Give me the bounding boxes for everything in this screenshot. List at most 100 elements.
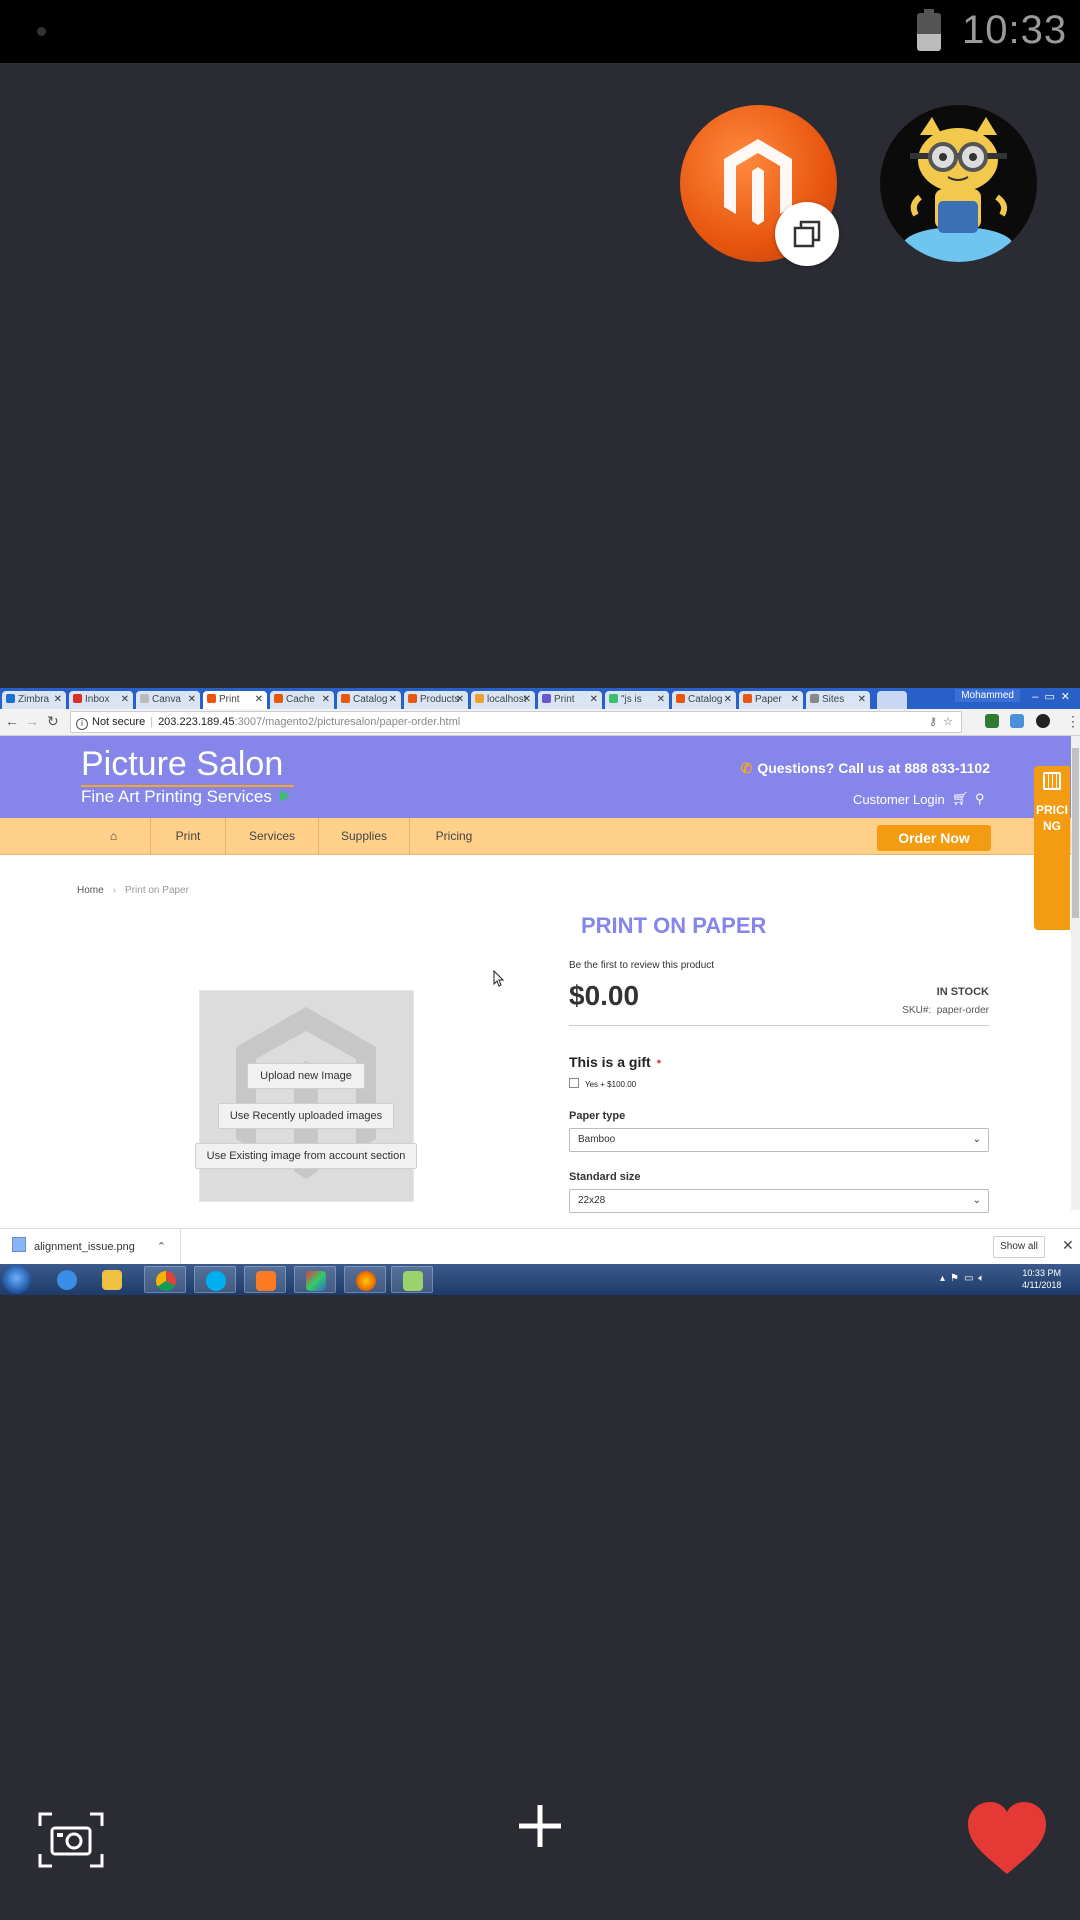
- download-bar: alignment_issue.png ⌃ Show all ✕: [0, 1228, 1080, 1265]
- new-tab-button[interactable]: [877, 691, 907, 709]
- gift-option-label: Yes + $100.00: [585, 1080, 637, 1089]
- customer-login-link[interactable]: Customer Login: [853, 792, 945, 807]
- browser-tab[interactable]: Catalog ✕: [672, 691, 736, 709]
- existing-image-button[interactable]: Use Existing image from account section: [195, 1143, 417, 1169]
- browser-tab[interactable]: Canva ✕: [136, 691, 200, 709]
- popout-icon: [793, 220, 821, 248]
- start-button[interactable]: [2, 1265, 31, 1294]
- pricing-side-tab[interactable]: PRICING: [1034, 766, 1070, 930]
- back-icon[interactable]: ←: [5, 713, 19, 729]
- popout-badge[interactable]: [775, 202, 839, 266]
- close-icon[interactable]: ✕: [858, 691, 866, 709]
- xampp-icon[interactable]: [244, 1266, 286, 1293]
- paper-type-label: Paper type: [569, 1110, 626, 1122]
- size-select[interactable]: 22x28 ⌄: [569, 1189, 989, 1213]
- phone-icon: ✆: [740, 760, 753, 776]
- page-scrollbar[interactable]: [1071, 736, 1080, 1210]
- url-input[interactable]: i Not secure | 203.223.189.45:3007/magento2…: [70, 711, 962, 733]
- explorer-icon[interactable]: [91, 1266, 133, 1293]
- tab-label: Sites: [822, 694, 845, 705]
- close-icon[interactable]: ✕: [255, 691, 263, 709]
- browser-tab[interactable]: Paper ✕: [739, 691, 803, 709]
- extension-icon[interactable]: [1010, 714, 1024, 728]
- sku-value: paper-order: [936, 1005, 989, 1016]
- browser-tab[interactable]: Products ✕: [404, 691, 468, 709]
- close-icon[interactable]: ✕: [54, 691, 62, 709]
- search-icon[interactable]: ⚲: [975, 791, 985, 807]
- close-icon[interactable]: ✕: [1062, 1237, 1074, 1254]
- magento-icon: [207, 694, 216, 703]
- ie-icon[interactable]: [46, 1266, 88, 1293]
- close-icon[interactable]: ✕: [389, 691, 397, 709]
- cart-icon[interactable]: 🛒︎: [952, 791, 969, 807]
- close-icon[interactable]: ✕: [523, 691, 531, 709]
- browser-tab[interactable]: Print ✕: [538, 691, 602, 709]
- extension-icon[interactable]: [985, 714, 999, 728]
- browser-tab[interactable]: Sites ✕: [806, 691, 870, 709]
- taskbar-clock[interactable]: 10:33 PM 4/11/2018: [1022, 1267, 1061, 1291]
- browser-tab-active[interactable]: Print ✕: [203, 691, 267, 709]
- chrome-icon[interactable]: [144, 1266, 186, 1293]
- skype-icon[interactable]: [194, 1266, 236, 1293]
- show-all-button[interactable]: Show all: [993, 1236, 1045, 1258]
- browser-tab[interactable]: Cache ✕: [270, 691, 334, 709]
- close-icon[interactable]: ✕: [724, 691, 732, 709]
- close-icon[interactable]: ✕: [121, 691, 129, 709]
- browser-tab[interactable]: "js is ✕: [605, 691, 669, 709]
- image-file-icon: [12, 1237, 26, 1252]
- picture-icon: [542, 694, 551, 703]
- browser-tab[interactable]: Inbox ✕: [69, 691, 133, 709]
- order-now-button[interactable]: Order Now: [877, 825, 991, 851]
- forward-icon[interactable]: →: [25, 713, 39, 729]
- sku-line: SKU#: paper-order: [902, 1005, 989, 1016]
- nav-item-supplies[interactable]: Supplies: [319, 818, 410, 854]
- octocat-bubble[interactable]: [880, 105, 1037, 262]
- browser-tab[interactable]: Catalog ✕: [337, 691, 401, 709]
- close-icon[interactable]: ✕: [590, 691, 598, 709]
- gift-checkbox[interactable]: [569, 1078, 579, 1088]
- omnibox-icons[interactable]: ⚷ ☆: [929, 712, 953, 732]
- browser-tab[interactable]: localhost ✕: [471, 691, 535, 709]
- not-secure-label: Not secure: [92, 716, 146, 728]
- browser-tab[interactable]: Zimbra ✕: [2, 691, 66, 709]
- screenshot-icon[interactable]: [38, 1812, 104, 1868]
- calculator-icon: [1043, 772, 1061, 790]
- review-link[interactable]: Be the first to review this product: [569, 960, 714, 971]
- scrollbar-thumb[interactable]: [1072, 748, 1079, 918]
- upload-new-image-button[interactable]: Upload new Image: [247, 1063, 365, 1089]
- close-icon[interactable]: ✕: [791, 691, 799, 709]
- add-icon[interactable]: [517, 1803, 563, 1849]
- notepadpp-icon[interactable]: [391, 1266, 433, 1293]
- chevron-up-icon[interactable]: ⌃: [157, 1229, 166, 1265]
- required-marker: *: [656, 1058, 661, 1070]
- paper-type-value: Bamboo: [578, 1134, 616, 1145]
- nav-item-pricing[interactable]: Pricing: [410, 818, 498, 854]
- close-icon[interactable]: ✕: [456, 691, 464, 709]
- chevron-right-icon: ›: [112, 885, 117, 896]
- pricing-tab-label: PRICING: [1035, 803, 1068, 833]
- heart-icon[interactable]: [966, 1800, 1048, 1878]
- system-tray[interactable]: ▴⚑▭🔈︎: [940, 1273, 989, 1284]
- gift-title-text: This is a gift: [569, 1054, 651, 1070]
- window-controls[interactable]: –▭✕: [1032, 690, 1076, 703]
- firefox-icon[interactable]: [344, 1266, 386, 1293]
- menu-icon[interactable]: ⋮: [1066, 713, 1080, 730]
- reload-icon[interactable]: ↻: [47, 713, 59, 730]
- extension-icon[interactable]: [1036, 714, 1050, 728]
- stock-status: IN STOCK: [936, 986, 989, 998]
- breadcrumb-home[interactable]: Home: [77, 885, 104, 896]
- paper-type-select[interactable]: Bamboo ⌄: [569, 1128, 989, 1152]
- nav-item-services[interactable]: Services: [226, 818, 319, 854]
- profile-button[interactable]: Mohammed: [955, 689, 1020, 702]
- download-item[interactable]: alignment_issue.png ⌃: [12, 1229, 181, 1265]
- close-icon[interactable]: ✕: [322, 691, 330, 709]
- nav-item-print[interactable]: Print: [151, 818, 226, 854]
- home-icon[interactable]: ⌂: [77, 818, 151, 854]
- close-icon[interactable]: ✕: [188, 691, 196, 709]
- site-logo[interactable]: Picture Salon: [81, 745, 283, 784]
- tab-label: Catalog: [353, 694, 388, 705]
- recent-images-button[interactable]: Use Recently uploaded images: [218, 1103, 394, 1129]
- app-icon[interactable]: [294, 1266, 336, 1293]
- info-icon[interactable]: i: [76, 718, 88, 730]
- close-icon[interactable]: ✕: [657, 691, 665, 709]
